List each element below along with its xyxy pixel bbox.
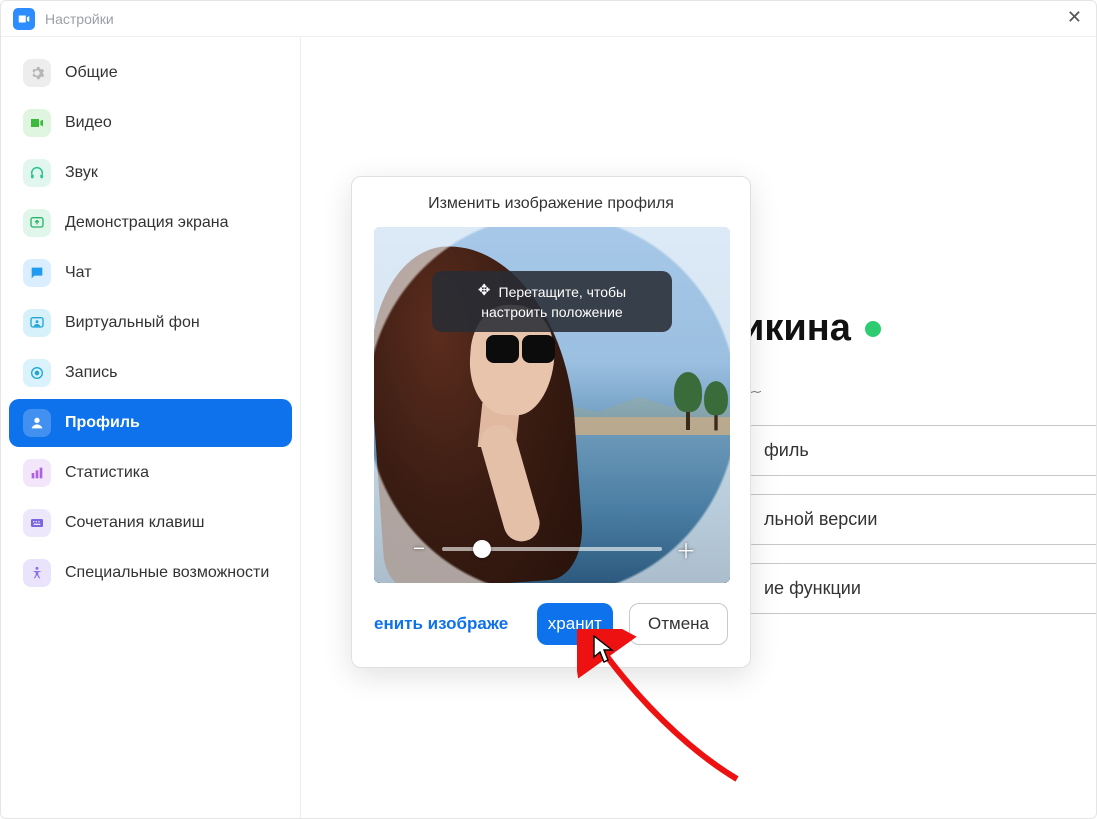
sidebar-item-label: Видео [65,114,112,132]
save-button[interactable]: хранит [537,603,613,645]
sidebar-item-label: Демонстрация экрана [65,214,229,232]
sidebar-item-video[interactable]: Видео [9,99,292,147]
gear-icon [23,59,51,87]
sidebar-item-general[interactable]: Общие [9,49,292,97]
sidebar-item-accessibility[interactable]: Специальные возможности [9,549,292,597]
sidebar-item-label: Профиль [65,414,140,432]
drag-tip-line2: настроить положение [481,303,622,322]
hidden-field-icon: ﹏ [741,368,1096,397]
profile-icon [23,409,51,437]
zoom-track[interactable] [442,547,662,551]
keyboard-icon [23,509,51,537]
record-icon [23,359,51,387]
profile-button-0[interactable]: филь [741,425,1096,476]
video-icon [23,109,51,137]
window-title: Настройки [45,11,114,27]
zoom-thumb[interactable] [473,540,491,558]
zoom-out-icon[interactable]: − [410,538,428,561]
sidebar-item-keyboard-shortcuts[interactable]: Сочетания клавиш [9,499,292,547]
status-online-icon [865,321,881,337]
sidebar-item-label: Звук [65,164,98,182]
sidebar: Общие Видео Звук Демонстрация экрана [1,37,301,818]
sidebar-item-label: Сочетания клавиш [65,514,204,532]
sidebar-item-recording[interactable]: Запись [9,349,292,397]
sidebar-item-label: Чат [65,264,92,282]
settings-window: Настройки ✕ Общие Видео Звук [0,0,1097,819]
accessibility-icon [23,559,51,587]
move-icon: ✥ [478,281,491,301]
sidebar-item-audio[interactable]: Звук [9,149,292,197]
share-screen-icon [23,209,51,237]
sidebar-item-virtual-background[interactable]: Виртуальный фон [9,299,292,347]
stats-icon [23,459,51,487]
sidebar-item-share-screen[interactable]: Демонстрация экрана [9,199,292,247]
cancel-button[interactable]: Отмена [629,603,728,645]
profile-buttons: филь льной версии ие функции [741,425,1096,614]
change-image-link[interactable]: енить изображе [374,614,521,634]
profile-name: икина [741,307,1096,350]
virtual-background-icon [23,309,51,337]
drag-tooltip: ✥ Перетащите, чтобы настроить положение [432,271,672,332]
profile-name-text: икина [741,307,851,350]
headphones-icon [23,159,51,187]
zoom-slider[interactable]: − ＋ [410,537,694,561]
titlebar: Настройки ✕ [1,1,1096,37]
close-icon[interactable]: ✕ [1067,7,1082,28]
sidebar-item-profile[interactable]: Профиль [9,399,292,447]
sidebar-item-label: Статистика [65,464,149,482]
profile-button-2[interactable]: ие функции [741,563,1096,614]
sidebar-item-label: Специальные возможности [65,564,269,582]
sidebar-item-label: Виртуальный фон [65,314,200,332]
drag-tip-line1: Перетащите, чтобы [499,283,627,302]
sidebar-item-statistics[interactable]: Статистика [9,449,292,497]
sidebar-item-label: Запись [65,364,118,382]
sidebar-item-label: Общие [65,64,118,82]
modal-title: Изменить изображение профиля [374,195,728,213]
app-icon [13,8,35,30]
modal-actions: енить изображе хранит Отмена [374,603,728,645]
profile-button-1[interactable]: льной версии [741,494,1096,545]
zoom-in-icon[interactable]: ＋ [676,535,694,564]
sidebar-item-chat[interactable]: Чат [9,249,292,297]
change-profile-image-modal: Изменить изображение профиля ✥ Перетащит… [351,176,751,668]
profile-area: икина ﹏ филь льной версии ие функции [741,307,1096,614]
chat-icon [23,259,51,287]
image-crop-frame[interactable]: ✥ Перетащите, чтобы настроить положение … [374,227,730,583]
